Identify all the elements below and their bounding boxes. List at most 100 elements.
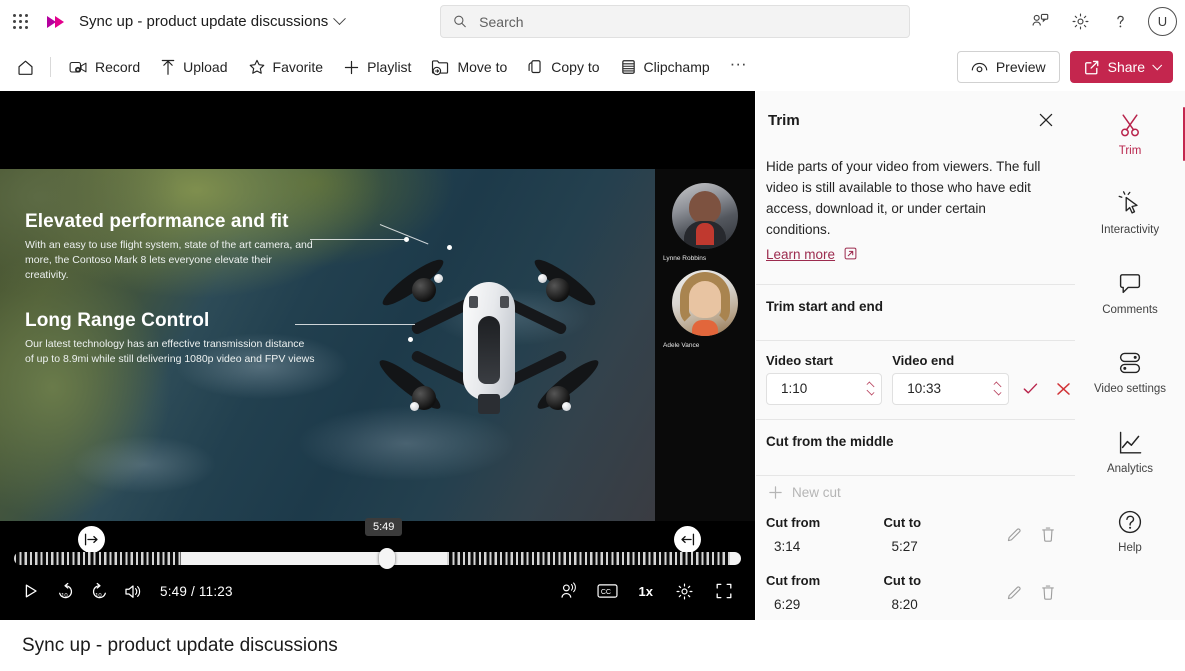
- share-button[interactable]: Share: [1069, 51, 1173, 83]
- toolbar-divider: [50, 57, 51, 77]
- pencil-icon: [1007, 527, 1021, 541]
- move-to-button[interactable]: Move to: [422, 51, 516, 83]
- video-start-input-box[interactable]: [766, 372, 883, 405]
- learn-more-link[interactable]: Learn more: [766, 247, 835, 262]
- clipchamp-label: Clipchamp: [643, 59, 710, 75]
- sidebar-item-interactivity[interactable]: Interactivity: [1075, 180, 1185, 245]
- cut-from-label: Cut from: [766, 514, 821, 530]
- sidebar-item-label: Video settings: [1093, 383, 1167, 396]
- video-player[interactable]: Elevated performance and fit With an eas…: [0, 91, 755, 620]
- pencil-icon: [1007, 585, 1021, 599]
- volume-icon[interactable]: [116, 576, 150, 606]
- search-box[interactable]: [440, 5, 910, 38]
- trim-description-text: Hide parts of your video from viewers. T…: [766, 159, 1041, 237]
- sidebar-item-label: Comments: [1102, 303, 1158, 316]
- forward-10-icon[interactable]: 10: [82, 576, 116, 606]
- copy-to-button[interactable]: Copy to: [518, 51, 608, 83]
- playlist-button[interactable]: Playlist: [334, 51, 420, 83]
- video-frame: Elevated performance and fit With an eas…: [0, 169, 655, 521]
- slide-heading-1: Elevated performance and fit: [25, 211, 289, 232]
- help-question-icon[interactable]: [1102, 4, 1138, 40]
- close-icon[interactable]: [1031, 105, 1061, 135]
- sidebar-item-label: Interactivity: [1100, 224, 1160, 237]
- participant-avatar: [672, 270, 738, 336]
- record-button[interactable]: Record: [60, 51, 149, 83]
- meet-now-icon[interactable]: [1022, 4, 1058, 40]
- upload-arrow-icon: [161, 59, 175, 75]
- new-cut-label: New cut: [792, 484, 841, 500]
- playback-speed-button[interactable]: 1x: [631, 584, 661, 599]
- cancel-trim-button[interactable]: [1052, 373, 1075, 405]
- toggles-icon: [1119, 352, 1141, 374]
- settings-gear-icon[interactable]: [1062, 4, 1098, 40]
- edit-cut-button[interactable]: [1001, 521, 1027, 547]
- scrubber-tooltip-text: 5:49: [373, 521, 395, 533]
- sidebar-item-label: Analytics: [1106, 462, 1154, 475]
- slide-text-overlay: Elevated performance and fit With an eas…: [25, 211, 425, 367]
- trim-panel: Trim Hide parts of your video from viewe…: [755, 91, 1075, 620]
- waffle-icon[interactable]: [0, 0, 40, 43]
- cut-to-label: Cut to: [883, 572, 922, 588]
- participant-avatar: [672, 183, 738, 249]
- sidebar-item-video-settings[interactable]: Video settings: [1075, 339, 1185, 404]
- avatar[interactable]: U: [1148, 7, 1177, 36]
- home-button[interactable]: [10, 51, 41, 83]
- noise-suppression-icon[interactable]: [551, 576, 585, 606]
- player-controls-bar: 5:49 10 10 5:49 / 11:23 CC 1x: [0, 518, 755, 620]
- record-label: Record: [95, 59, 141, 75]
- star-icon: [249, 59, 264, 74]
- main-content: Elevated performance and fit With an eas…: [0, 91, 1185, 620]
- top-bar-actions: U: [1022, 0, 1177, 43]
- trim-description: Hide parts of your video from viewers. T…: [756, 135, 1075, 266]
- settings-gear-icon[interactable]: [667, 576, 701, 606]
- sidebar-item-help[interactable]: Help: [1075, 498, 1185, 563]
- cut-to-value: 5:27: [891, 538, 918, 554]
- overflow-menu-button[interactable]: ···: [721, 51, 756, 83]
- external-link-icon[interactable]: [844, 247, 857, 260]
- favorite-label: Favorite: [272, 59, 324, 75]
- clipchamp-button[interactable]: Clipchamp: [611, 51, 719, 83]
- video-end-input-box[interactable]: [892, 372, 1009, 405]
- confirm-trim-button[interactable]: [1019, 373, 1042, 405]
- app-title[interactable]: Sync up - product update discussions: [74, 12, 347, 30]
- video-end-spinner[interactable]: [992, 381, 1002, 396]
- cut-from-label: Cut from: [766, 572, 821, 588]
- video-start-input[interactable]: [779, 380, 866, 398]
- sidebar-item-trim[interactable]: Trim: [1075, 101, 1185, 166]
- search-input[interactable]: [477, 12, 897, 31]
- video-scrubber[interactable]: [14, 552, 741, 565]
- sidebar-item-analytics[interactable]: Analytics: [1075, 419, 1185, 484]
- play-icon[interactable]: [14, 576, 48, 606]
- delete-cut-button[interactable]: [1035, 521, 1061, 547]
- chevron-down-icon: [1152, 59, 1163, 70]
- video-start-spinner[interactable]: [865, 381, 875, 396]
- new-cut-button[interactable]: New cut: [756, 476, 1075, 509]
- video-end-input[interactable]: [905, 380, 992, 398]
- cut-to-value: 8:20: [891, 596, 918, 612]
- preview-button[interactable]: Preview: [956, 51, 1060, 83]
- upload-button[interactable]: Upload: [151, 51, 236, 83]
- command-bar-actions: Preview Share: [956, 51, 1173, 83]
- closed-captions-icon[interactable]: CC: [591, 576, 625, 606]
- slide-body-2: Our latest technology has an effective t…: [25, 337, 315, 365]
- scissors-icon: [1121, 114, 1139, 137]
- svg-text:10: 10: [95, 593, 102, 599]
- trash-icon: [1042, 527, 1054, 542]
- spinner-down-icon[interactable]: [866, 387, 875, 396]
- trim-start-icon: [84, 533, 98, 546]
- sidebar-item-comments[interactable]: Comments: [1075, 260, 1185, 325]
- stream-logo-icon: [40, 0, 74, 43]
- timeline-segment-playable: [181, 552, 447, 565]
- video-stage: Elevated performance and fit With an eas…: [0, 169, 755, 521]
- favorite-button[interactable]: Favorite: [239, 51, 333, 83]
- edit-cut-button[interactable]: [1001, 579, 1027, 605]
- share-label: Share: [1107, 59, 1145, 75]
- timeline-segment-trimmed: [14, 552, 182, 565]
- delete-cut-button[interactable]: [1035, 579, 1061, 605]
- scrubber-thumb[interactable]: [379, 548, 395, 569]
- spinner-down-icon[interactable]: [993, 387, 1001, 396]
- rewind-10-icon[interactable]: 10: [48, 576, 82, 606]
- slide-body-1: With an easy to use flight system, state…: [25, 239, 313, 282]
- drone-canopy: [478, 316, 500, 384]
- fullscreen-icon[interactable]: [707, 576, 741, 606]
